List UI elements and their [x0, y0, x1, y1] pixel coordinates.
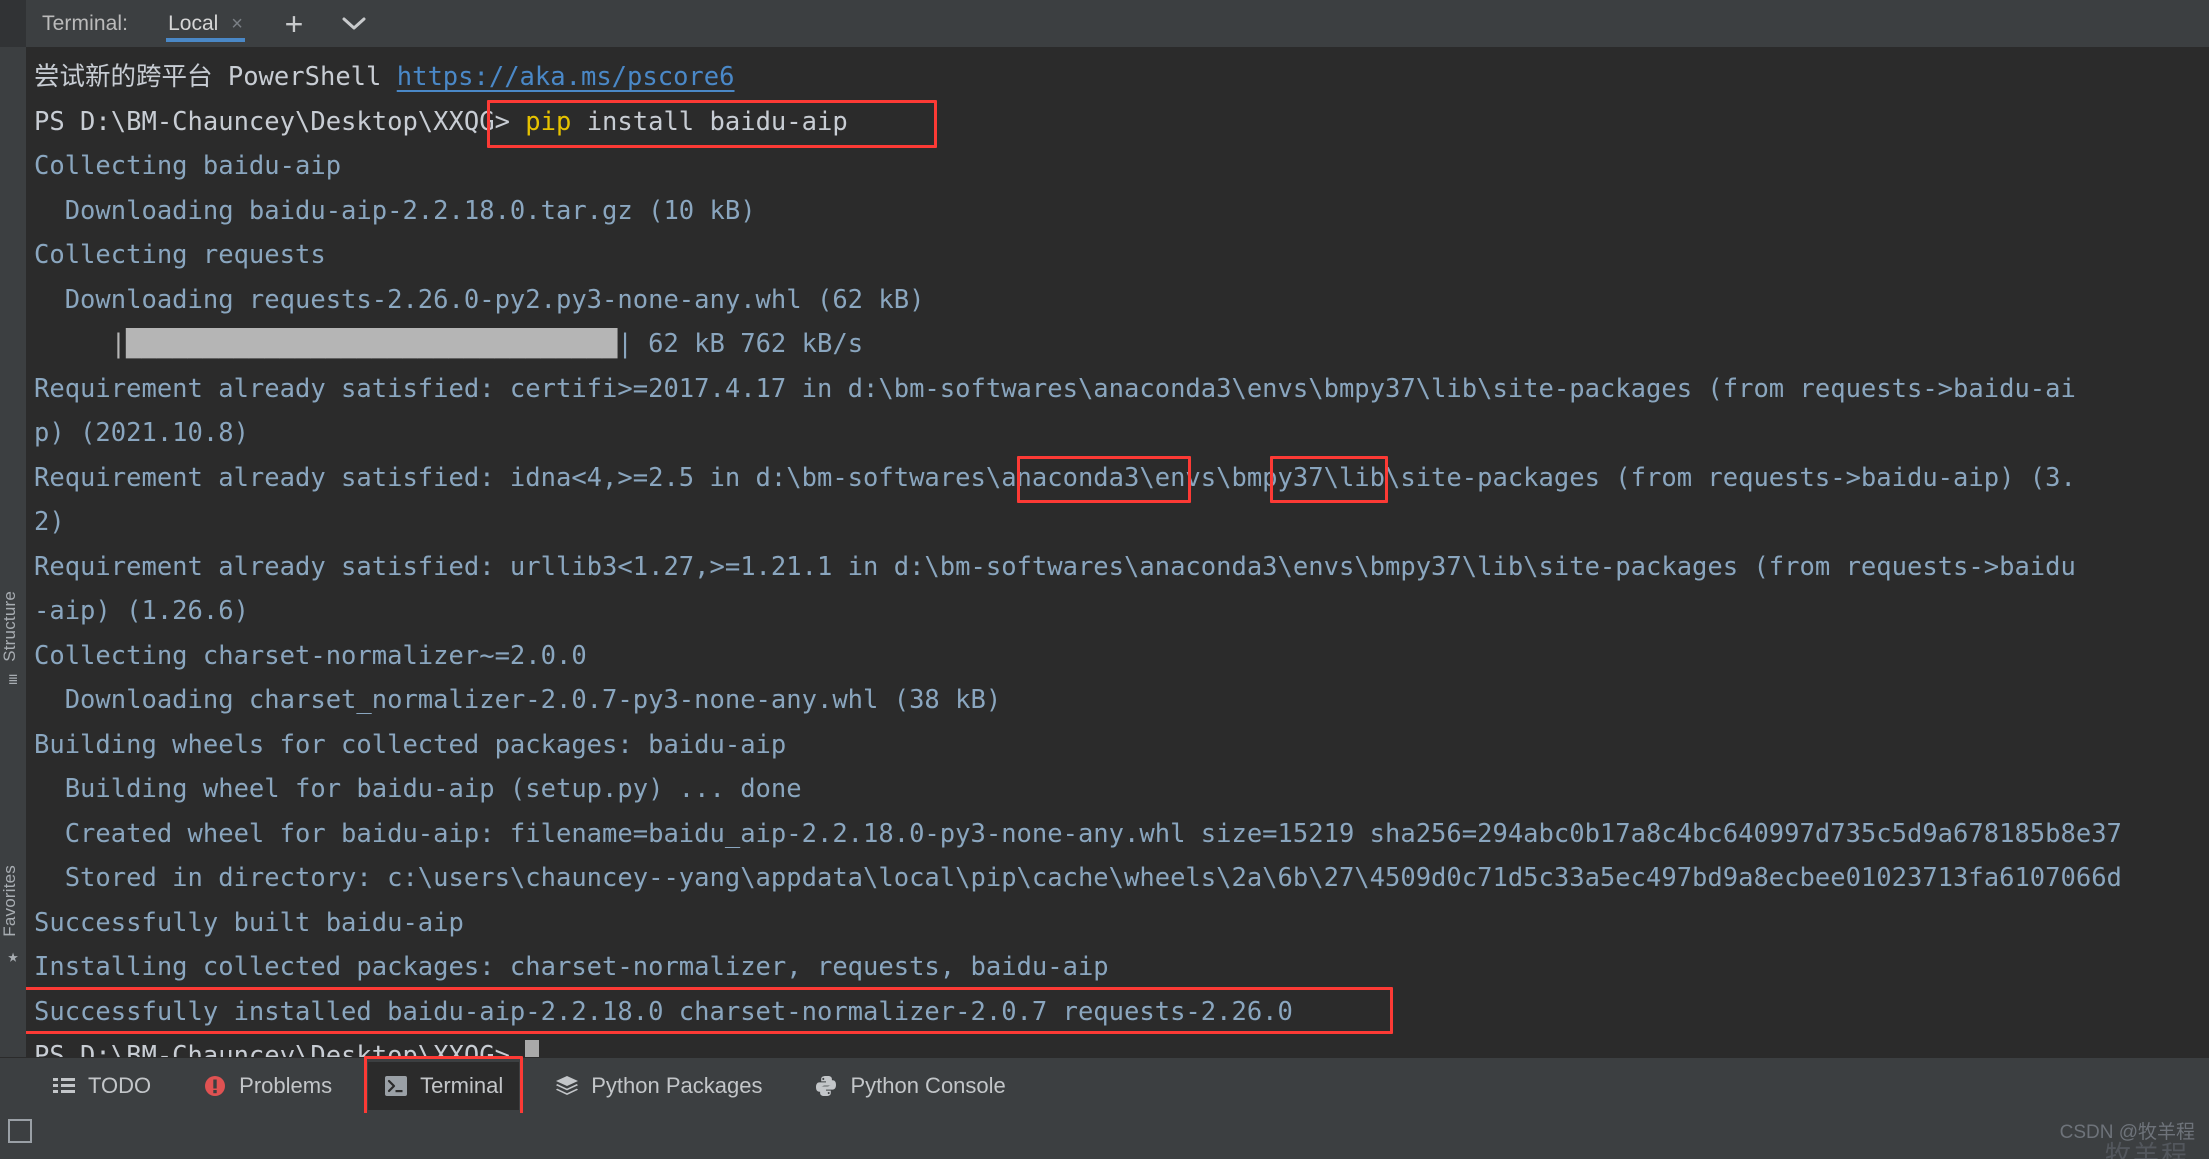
active-tab-underline — [166, 38, 245, 42]
terminal-title-label: Terminal: — [42, 11, 129, 35]
terminal-text: PS D:\BM-Chauncey\Desktop\XXQG> — [34, 106, 526, 137]
status-bar: CSDN @牧羊程 牧羊程 — [0, 1113, 2209, 1159]
terminal-line: Installing collected packages: charset-n… — [34, 945, 2209, 990]
terminal-text: -aip) (1.26.6) — [34, 596, 249, 626]
terminal-text: PS D:\BM-Chauncey\Desktop\XXQG> — [34, 1041, 526, 1057]
tool-tab-label: Problems — [239, 1072, 333, 1098]
terminal-text: pip — [525, 106, 572, 137]
tool-tab-todo[interactable]: TODO — [36, 1062, 167, 1110]
terminal-text: Created wheel for baidu-aip: filename=ba… — [34, 818, 2122, 849]
terminal-line: Requirement already satisfied: idna<4,>=… — [34, 456, 2209, 501]
terminal-link[interactable]: https://aka.ms/pscore6 — [397, 62, 735, 92]
terminal-line: Created wheel for baidu-aip: filename=ba… — [34, 812, 2209, 857]
terminal-body-row: ≣ Structure ★ Favorites 尝试新的跨平台 PowerShe… — [0, 47, 2209, 1057]
terminal-text: | 62 kB 762 kB/s — [617, 329, 864, 359]
terminal-text: Successfully installed baidu-aip-2.2.18.… — [34, 996, 1293, 1027]
terminal-text: p) (2021.10.8) — [34, 418, 249, 448]
tool-tab-label: Python Packages — [591, 1072, 763, 1098]
terminal-text: Collecting baidu-aip — [34, 151, 342, 181]
terminal-line: Stored in directory: c:\users\chauncey--… — [34, 856, 2209, 901]
terminal-output-panel[interactable]: 尝试新的跨平台 PowerShell https://aka.ms/pscore… — [26, 47, 2209, 1057]
terminal-line: Successfully installed baidu-aip-2.2.18.… — [34, 990, 2209, 1035]
terminal-text: | — [34, 329, 127, 359]
list-icon — [52, 1074, 76, 1098]
terminal-cursor — [525, 1040, 540, 1057]
error-circle-icon — [203, 1074, 227, 1098]
terminal-lines: 尝试新的跨平台 PowerShell https://aka.ms/pscore… — [26, 47, 2209, 1057]
terminal-line: Collecting charset-normalizer~=2.0.0 — [34, 634, 2209, 679]
terminal-text: Successfully built baidu-aip — [34, 907, 464, 938]
terminal-text: 2) — [34, 507, 65, 537]
terminal-text: Requirement already satisfied: urllib3<1… — [34, 551, 2076, 582]
terminal-text: Building wheels for collected packages: … — [34, 729, 787, 760]
star-icon: ★ — [7, 946, 19, 967]
python-icon — [814, 1074, 838, 1098]
terminal-line: Downloading charset_normalizer-2.0.7-py3… — [34, 678, 2209, 723]
terminal-text: Collecting requests — [34, 240, 326, 270]
sidebar-item-structure[interactable]: Structure — [0, 591, 26, 662]
sidebar-item-favorites[interactable]: Favorites — [0, 865, 26, 937]
terminal-text: Installing collected packages: charset-n… — [34, 952, 1109, 982]
terminal-text: Requirement already satisfied: certifi>=… — [34, 373, 2076, 404]
terminal-line: p) (2021.10.8) — [34, 411, 2209, 456]
watermark-large-text: 牧羊程 — [2104, 1140, 2189, 1159]
terminal-tab-label: Local — [168, 11, 219, 35]
terminal-line: Successfully built baidu-aip — [34, 901, 2209, 946]
close-icon[interactable]: × — [231, 14, 243, 34]
terminal-line: 尝试新的跨平台 PowerShell https://aka.ms/pscore… — [34, 55, 2209, 100]
tool-tab-python-packages[interactable]: Python Packages — [539, 1062, 778, 1110]
pycharm-window: Terminal: Local × + ≣ Structure ★ Favori… — [0, 0, 2209, 1159]
terminal-prompt-icon — [384, 1074, 408, 1098]
terminal-line: PS D:\BM-Chauncey\Desktop\XXQG> pip inst… — [34, 100, 2209, 145]
terminal-line: Requirement already satisfied: certifi>=… — [34, 367, 2209, 412]
status-square-icon — [8, 1119, 32, 1143]
plus-icon[interactable]: + — [279, 8, 309, 40]
terminal-text: Downloading baidu-aip-2.2.18.0.tar.gz (1… — [34, 195, 756, 226]
tool-tab-python-console[interactable]: Python Console — [798, 1062, 1021, 1110]
bottom-tool-window-bar: TODO Problems Terminal Python Packages Pytho… — [0, 1055, 2209, 1118]
terminal-line: 2) — [34, 500, 2209, 545]
terminal-line: Collecting requests — [34, 233, 2209, 278]
terminal-line: |████████████████████████████████| 62 kB… — [34, 322, 2209, 367]
structure-icon: ≣ — [8, 670, 18, 688]
tool-tab-label: TODO — [88, 1072, 152, 1098]
terminal-line: Downloading baidu-aip-2.2.18.0.tar.gz (1… — [34, 189, 2209, 234]
tab-strip-left-gutter — [0, 0, 26, 47]
tool-tab-label: Python Console — [850, 1072, 1006, 1098]
chevron-down-icon[interactable] — [339, 9, 369, 39]
terminal-text: Downloading charset_normalizer-2.0.7-py3… — [34, 685, 1002, 715]
left-tool-strip: ≣ Structure ★ Favorites — [0, 47, 26, 1057]
terminal-text: 尝试新的跨平台 PowerShell — [34, 62, 397, 92]
terminal-line: Requirement already satisfied: urllib3<1… — [34, 545, 2209, 590]
terminal-line: -aip) (1.26.6) — [34, 589, 2209, 634]
terminal-text: Downloading requests-2.26.0-py2.py3-none… — [34, 284, 925, 315]
terminal-text: Building wheel for baidu-aip (setup.py) … — [34, 774, 802, 804]
terminal-line: Downloading requests-2.26.0-py2.py3-none… — [34, 278, 2209, 323]
terminal-text: Collecting charset-normalizer~=2.0.0 — [34, 640, 587, 671]
layers-icon — [555, 1074, 579, 1098]
terminal-line: Building wheels for collected packages: … — [34, 723, 2209, 768]
terminal-line: Building wheel for baidu-aip (setup.py) … — [34, 767, 2209, 812]
terminal-text: ████████████████████████████████ — [126, 329, 618, 359]
tool-tab-terminal[interactable]: Terminal — [364, 1055, 524, 1118]
terminal-line: PS D:\BM-Chauncey\Desktop\XXQG> — [34, 1034, 2209, 1057]
tool-tab-label: Terminal — [420, 1072, 504, 1098]
terminal-tab-local[interactable]: Local × — [164, 0, 249, 47]
tool-tab-problems[interactable]: Problems — [187, 1062, 348, 1110]
terminal-text: Stored in directory: c:\users\chauncey--… — [34, 863, 2122, 893]
terminal-text: Requirement already satisfied: idna<4,>=… — [34, 462, 2076, 493]
terminal-tab-strip: Terminal: Local × + — [0, 0, 2209, 47]
terminal-line: Collecting baidu-aip — [34, 144, 2209, 189]
terminal-text: install baidu-aip — [571, 106, 848, 137]
